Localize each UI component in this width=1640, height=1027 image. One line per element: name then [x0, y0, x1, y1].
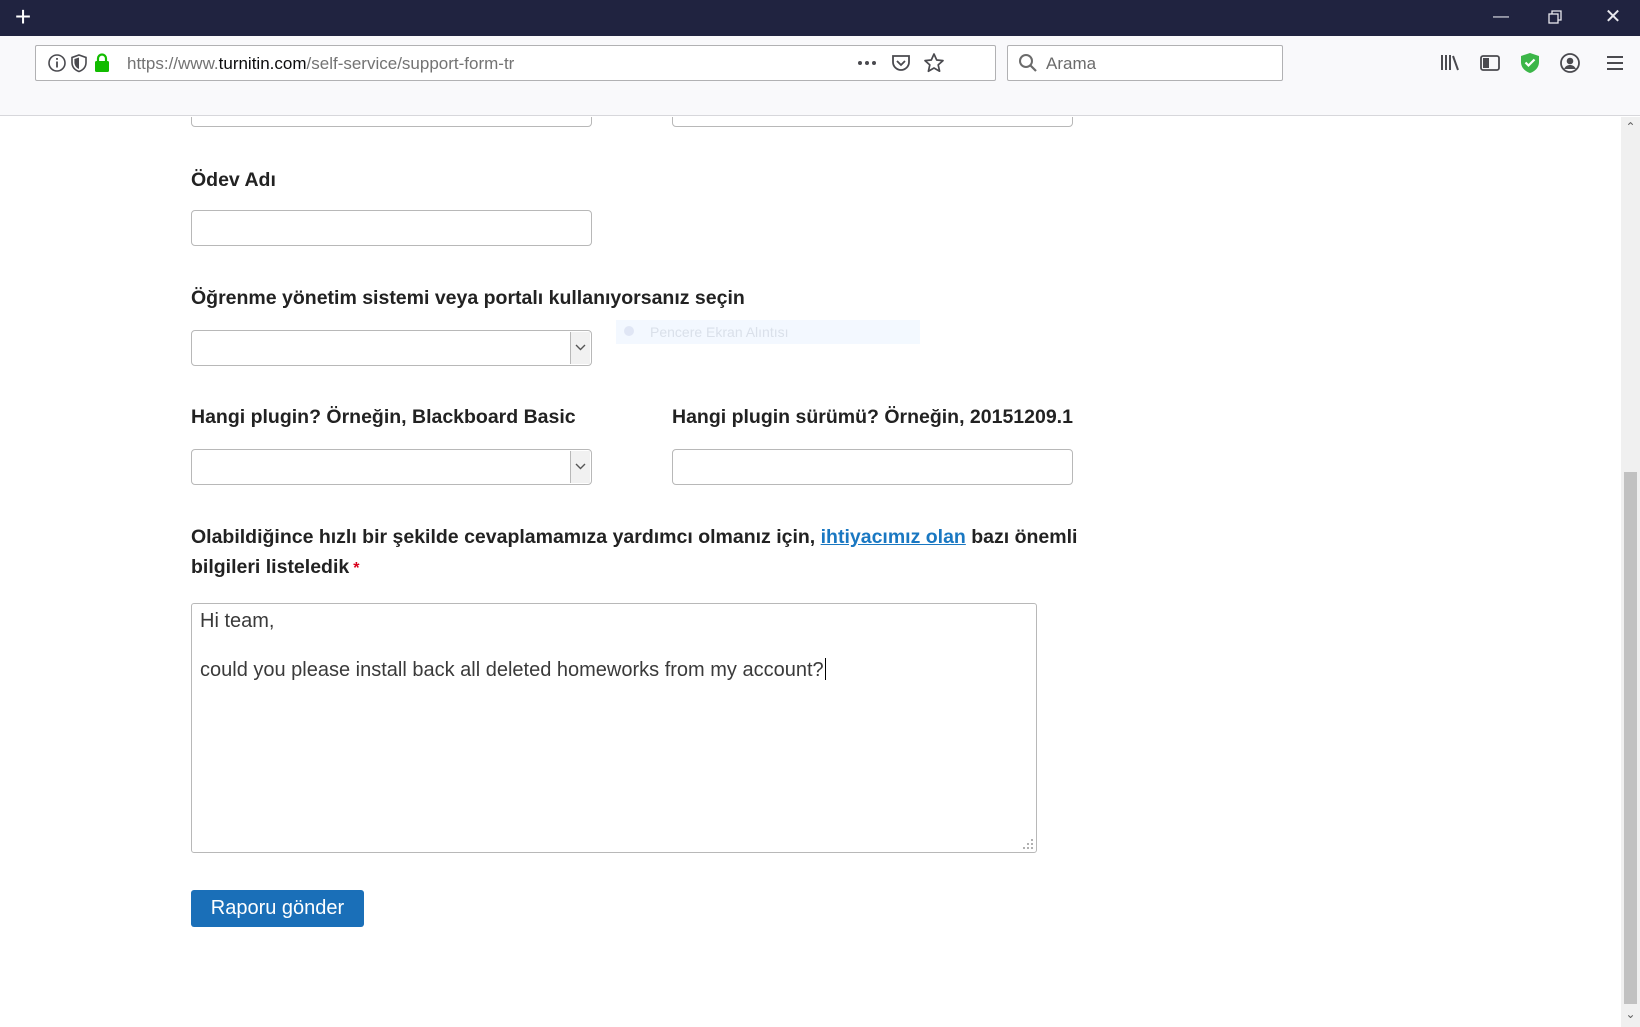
plugin-select[interactable]: [191, 449, 592, 485]
required-asterisk: *: [353, 560, 360, 577]
message-line-1: Hi team,: [200, 610, 275, 632]
search-bar[interactable]: Arama: [1007, 45, 1283, 81]
page-content: Ödev Adı Öğrenme yönetim sistemi veya po…: [0, 117, 1620, 1027]
tracking-protection-shield-icon[interactable]: [68, 52, 90, 74]
close-icon[interactable]: ✕: [1586, 0, 1640, 34]
assignment-name-input[interactable]: [191, 210, 592, 246]
snip-record-icon: [624, 326, 634, 336]
chevron-down-icon[interactable]: [570, 332, 590, 364]
info-icon[interactable]: [46, 52, 68, 74]
message-line-2: could you please install back all delete…: [200, 658, 826, 681]
resize-handle-icon[interactable]: [1022, 838, 1034, 850]
lock-icon[interactable]: [91, 52, 113, 74]
search-placeholder: Arama: [1046, 54, 1097, 73]
search-icon: [1017, 52, 1039, 79]
lms-select[interactable]: [191, 330, 592, 366]
scroll-down-arrow-icon[interactable]: ⌄: [1623, 1007, 1638, 1022]
chevron-down-icon[interactable]: [570, 451, 590, 483]
browser-toolbar: https://www.turnitin.com/self-service/su…: [0, 36, 1640, 116]
scroll-up-arrow-icon[interactable]: ⌃: [1623, 120, 1638, 135]
adblock-shield-check-icon[interactable]: [1517, 50, 1543, 76]
title-bar: + — ✕: [0, 0, 1640, 36]
bookmark-star-icon[interactable]: [923, 52, 945, 74]
restore-icon[interactable]: [1528, 0, 1582, 34]
url-text[interactable]: https://www.turnitin.com/self-service/su…: [127, 54, 514, 74]
submit-report-button[interactable]: Raporu gönder: [191, 890, 364, 927]
new-tab-plus-icon[interactable]: +: [10, 3, 36, 31]
scrollbar-thumb[interactable]: [1624, 472, 1637, 1004]
lms-label: Öğrenme yönetim sistemi veya portalı kul…: [191, 287, 745, 309]
plugin-version-input[interactable]: [672, 449, 1073, 485]
details-instructions: Olabildiğince hızlı bir şekilde cevaplam…: [191, 526, 1078, 578]
assignment-name-label: Ödev Adı: [191, 169, 276, 191]
url-bar[interactable]: https://www.turnitin.com/self-service/su…: [35, 45, 996, 81]
plugin-version-label: Hangi plugin sürümü? Örneğin, 20151209.1: [672, 406, 1073, 428]
snip-window-tooltip: Pencere Ekran Alıntısı: [616, 320, 920, 344]
page-scrollbar[interactable]: ⌃ ⌄: [1621, 117, 1640, 1027]
info-needed-link[interactable]: ihtiyacımız olan: [821, 526, 966, 548]
page-actions-more-icon[interactable]: [856, 52, 878, 74]
text-caret: [824, 658, 826, 680]
pocket-icon[interactable]: [890, 52, 912, 74]
previous-field-left[interactable]: [191, 117, 592, 127]
library-icon[interactable]: [1437, 50, 1463, 76]
menu-hamburger-icon[interactable]: [1604, 52, 1630, 78]
plugin-label: Hangi plugin? Örneğin, Blackboard Basic: [191, 406, 576, 428]
account-icon[interactable]: [1557, 50, 1583, 76]
minimize-icon[interactable]: —: [1474, 0, 1528, 34]
message-textarea[interactable]: Hi team, could you please install back a…: [191, 603, 1037, 853]
sidebar-icon[interactable]: [1477, 50, 1503, 76]
previous-field-right[interactable]: [672, 117, 1073, 127]
